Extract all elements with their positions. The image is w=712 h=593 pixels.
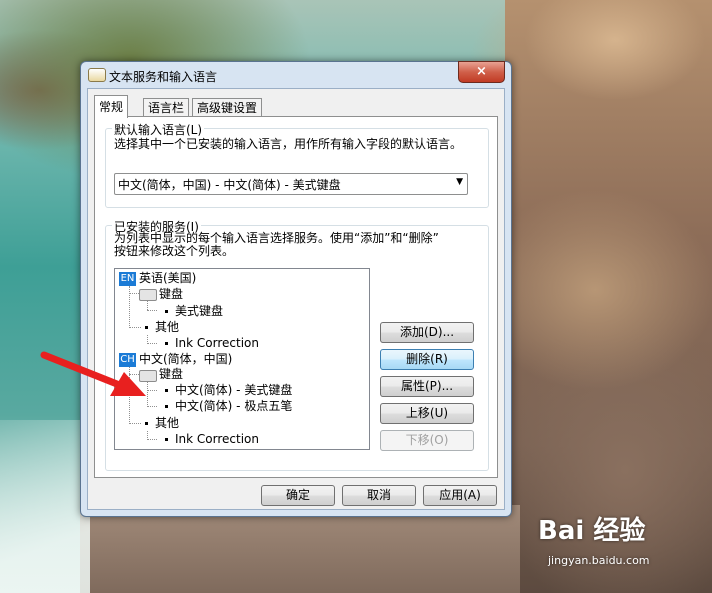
tree-language-label: 中文(简体，中国) [139,352,233,366]
properties-button[interactable]: 属性(P)... [380,376,474,397]
tree-category-keyboard[interactable]: 键盘 [159,366,183,382]
tree-connector [147,310,157,311]
tree-connector [129,423,141,424]
move-down-button[interactable]: 下移(O) [380,430,474,451]
bullet-icon [165,389,168,392]
tree-item-cn-wubi[interactable]: 中文(简体) - 极点五笔 [165,398,292,414]
bullet-icon [145,422,148,425]
apply-button[interactable]: 应用(A) [423,485,497,506]
tree-category-keyboard[interactable]: 键盘 [159,286,183,302]
language-en-icon: EN [119,271,136,286]
window-title: 文本服务和输入语言 [109,70,218,84]
default-language-selected: 中文(简体，中国) - 中文(简体) - 美式键盘 [118,178,341,192]
installed-services-group: 已安装的服务(I) 为列表中显示的每个输入语言选择服务。使用“添加”和“删除” … [105,218,489,471]
default-language-description: 选择其中一个已安装的输入语言，用作所有输入字段的默认语言。 [114,137,463,151]
default-language-dropdown[interactable]: 中文(简体，中国) - 中文(简体) - 美式键盘 ▼ [114,173,468,195]
remove-button[interactable]: 删除(R) [380,349,474,370]
baidu-url: jingyan.baidu.com [548,554,650,567]
tree-connector [147,439,157,440]
background-rock-bottom [80,505,520,593]
tab-language-bar[interactable]: 语言栏 [143,98,190,117]
bullet-icon [165,342,168,345]
installed-services-tree[interactable]: EN 英语(美国) 键盘 美式键盘 其他 Ink Correction CH 中文(… [114,268,370,450]
cancel-button[interactable]: 取消 [342,485,416,506]
tree-category-other[interactable]: 其他 [145,319,179,335]
bullet-icon [145,326,148,329]
tree-item-label: 中文(简体) - 极点五笔 [175,399,293,413]
tree-item-label: 美式键盘 [175,304,224,318]
tab-panel-general: 默认输入语言(L) 选择其中一个已安装的输入语言，用作所有输入字段的默认语言。 … [94,116,498,478]
tree-connector [147,343,157,344]
tree-connector [129,327,141,328]
default-language-group: 默认输入语言(L) 选择其中一个已安装的输入语言，用作所有输入字段的默认语言。 … [105,121,489,208]
tree-item-label: Ink Correction [175,432,259,446]
ok-button[interactable]: 确定 [261,485,335,506]
keyboard-icon [139,289,157,301]
tree-item-label: 其他 [155,320,180,334]
tree-category-other[interactable]: 其他 [145,415,179,431]
move-up-button[interactable]: 上移(U) [380,403,474,424]
tree-connector [147,406,157,407]
tree-item-ink-correction[interactable]: Ink Correction [165,335,259,351]
tab-advanced-key-settings[interactable]: 高级键设置 [192,98,263,117]
bullet-icon [165,438,168,441]
tree-item-label: 其他 [155,416,180,430]
tree-item-label: Ink Correction [175,336,259,350]
dialog-client-area: 常规 语言栏 高级键设置 默认输入语言(L) 选择其中一个已安装的输入语言，用作… [87,88,505,510]
installed-services-description-line2: 按钮来修改这个列表。 [114,244,235,258]
red-annotation-arrow-icon [40,351,146,396]
dropdown-arrow-icon: ▼ [456,177,463,187]
add-button[interactable]: 添加(D)... [380,322,474,343]
tree-language-label: 英语(美国) [139,271,197,285]
baidu-watermark: Bai 经验 jingyan.baidu.com [538,510,650,567]
tree-language-english[interactable]: EN 英语(美国) [119,270,196,286]
close-button[interactable]: × [458,61,505,83]
tree-item-label: 中文(简体) - 美式键盘 [175,383,293,397]
tab-general[interactable]: 常规 [94,95,129,118]
default-language-group-title: 默认输入语言(L) [112,121,205,138]
tree-item-us-keyboard[interactable]: 美式键盘 [165,303,223,319]
text-services-dialog: 文本服务和输入语言 × 常规 语言栏 高级键设置 默认输入语言(L) 选择其中一… [80,61,512,517]
background-rock-right [505,0,712,593]
background-sea-foam [0,420,90,593]
tree-item-ink-correction[interactable]: Ink Correction [165,431,259,447]
keyboard-app-icon [88,68,106,82]
title-bar[interactable]: 文本服务和输入语言 × [81,61,511,88]
baidu-logo: Bai 经验 [538,516,646,546]
bullet-icon [165,310,168,313]
bullet-icon [165,405,168,408]
tree-connector [147,301,148,310]
tree-item-cn-us-keyboard[interactable]: 中文(简体) - 美式键盘 [165,382,292,398]
